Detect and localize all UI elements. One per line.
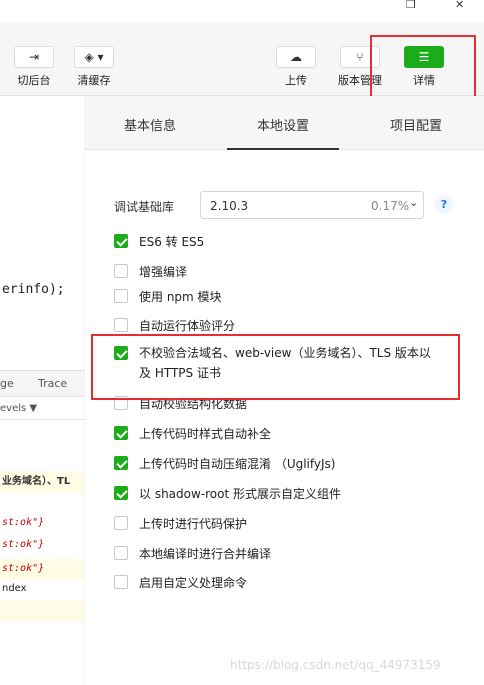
clear-cache-label: 清缓存 — [77, 74, 111, 87]
clear-cache-button[interactable]: ◈ ▾ 清缓存 — [64, 46, 124, 88]
tab-project-config[interactable]: 项目配置 — [390, 115, 442, 134]
option-label: 上传代码时自动压缩混淆 （UglifyJs) — [139, 457, 336, 471]
close-window-icon[interactable]: ✕ — [455, 0, 464, 10]
code-editor[interactable]: erinfo); — [0, 96, 84, 369]
console-row: st:ok"} — [0, 559, 84, 579]
option-label: 增强编译 — [139, 265, 188, 279]
switch-backend-label: 切后台 — [17, 74, 51, 87]
console-levels-filter[interactable]: evels ▼ — [0, 398, 84, 420]
base-library-version: 2.10.3 — [210, 199, 249, 213]
option-label: 使用 npm 模块 — [139, 290, 222, 304]
cloud-upload-icon: ☁ — [276, 46, 316, 68]
window-title-bar: ❐ ✕ — [0, 0, 484, 22]
option-checkbox[interactable] — [114, 426, 128, 440]
option-checkbox[interactable] — [114, 516, 128, 530]
levels-dropdown[interactable]: evels ▼ — [0, 403, 37, 414]
base-library-usage-percent: 0.17% — [371, 199, 410, 213]
layers-icon: ◈ ▾ — [74, 46, 114, 68]
console-row: st:ok"} — [2, 539, 45, 550]
option-label: ES6 转 ES5 — [139, 235, 205, 249]
restore-window-icon[interactable]: ❐ — [406, 0, 416, 10]
left-panel: erinfo); ge Trace evels ▼ 业务域名）、TL st:ok… — [0, 96, 84, 685]
console-row: 业务域名）、TL — [0, 471, 84, 493]
option-label: 本地编译时进行合并编译 — [139, 547, 272, 561]
console-tab-trace[interactable]: Trace — [38, 377, 67, 390]
option-checkbox[interactable] — [114, 575, 128, 589]
console-panel: ge Trace evels ▼ 业务域名）、TL st:ok"} st:ok"… — [0, 370, 84, 685]
upload-label: 上传 — [285, 74, 307, 87]
option-label: 上传时进行代码保护 — [139, 517, 248, 531]
console-row: st:ok"} — [2, 517, 45, 528]
option-checkbox[interactable] — [114, 318, 128, 332]
console-row-blank — [0, 601, 84, 621]
option-checkbox[interactable] — [114, 546, 128, 560]
option-checkbox[interactable] — [114, 486, 128, 500]
option-checkbox[interactable] — [114, 456, 128, 470]
switch-backend-button[interactable]: ⇥ 切后台 — [4, 46, 64, 88]
help-icon[interactable]: ? — [435, 196, 453, 214]
option-label: 以 shadow-root 形式展示自定义组件 — [139, 487, 342, 501]
option-label: 自动运行体验评分 — [139, 319, 236, 333]
watermark: https://blog.csdn.net/qq_44973159 — [230, 658, 441, 672]
console-tab-message[interactable]: ge — [0, 377, 14, 390]
domain-check-highlight-box — [91, 334, 460, 400]
switch-backend-icon: ⇥ — [14, 46, 54, 68]
upload-button[interactable]: ☁ 上传 — [266, 46, 326, 88]
option-checkbox[interactable] — [114, 234, 128, 248]
details-tabs: 基本信息 本地设置 项目配置 — [85, 96, 484, 150]
option-label: 启用自定义处理命令 — [139, 576, 248, 590]
option-checkbox[interactable] — [114, 264, 128, 278]
chevron-down-icon: ⌄ — [409, 196, 419, 209]
code-line: erinfo); — [2, 282, 65, 297]
tab-local-settings[interactable]: 本地设置 — [257, 115, 309, 134]
console-tabs: ge Trace — [0, 371, 84, 397]
tab-basic-info[interactable]: 基本信息 — [124, 115, 176, 134]
console-row: ndex — [2, 583, 27, 594]
base-library-select[interactable]: 2.10.3 0.17% ⌄ — [200, 191, 424, 219]
option-label: 上传代码时样式自动补全 — [139, 427, 272, 441]
base-library-row: 调试基础库 2.10.3 0.17% ⌄ ? — [85, 191, 484, 221]
base-library-label: 调试基础库 — [114, 200, 175, 214]
active-tab-indicator — [227, 148, 339, 150]
option-checkbox[interactable] — [114, 289, 128, 303]
